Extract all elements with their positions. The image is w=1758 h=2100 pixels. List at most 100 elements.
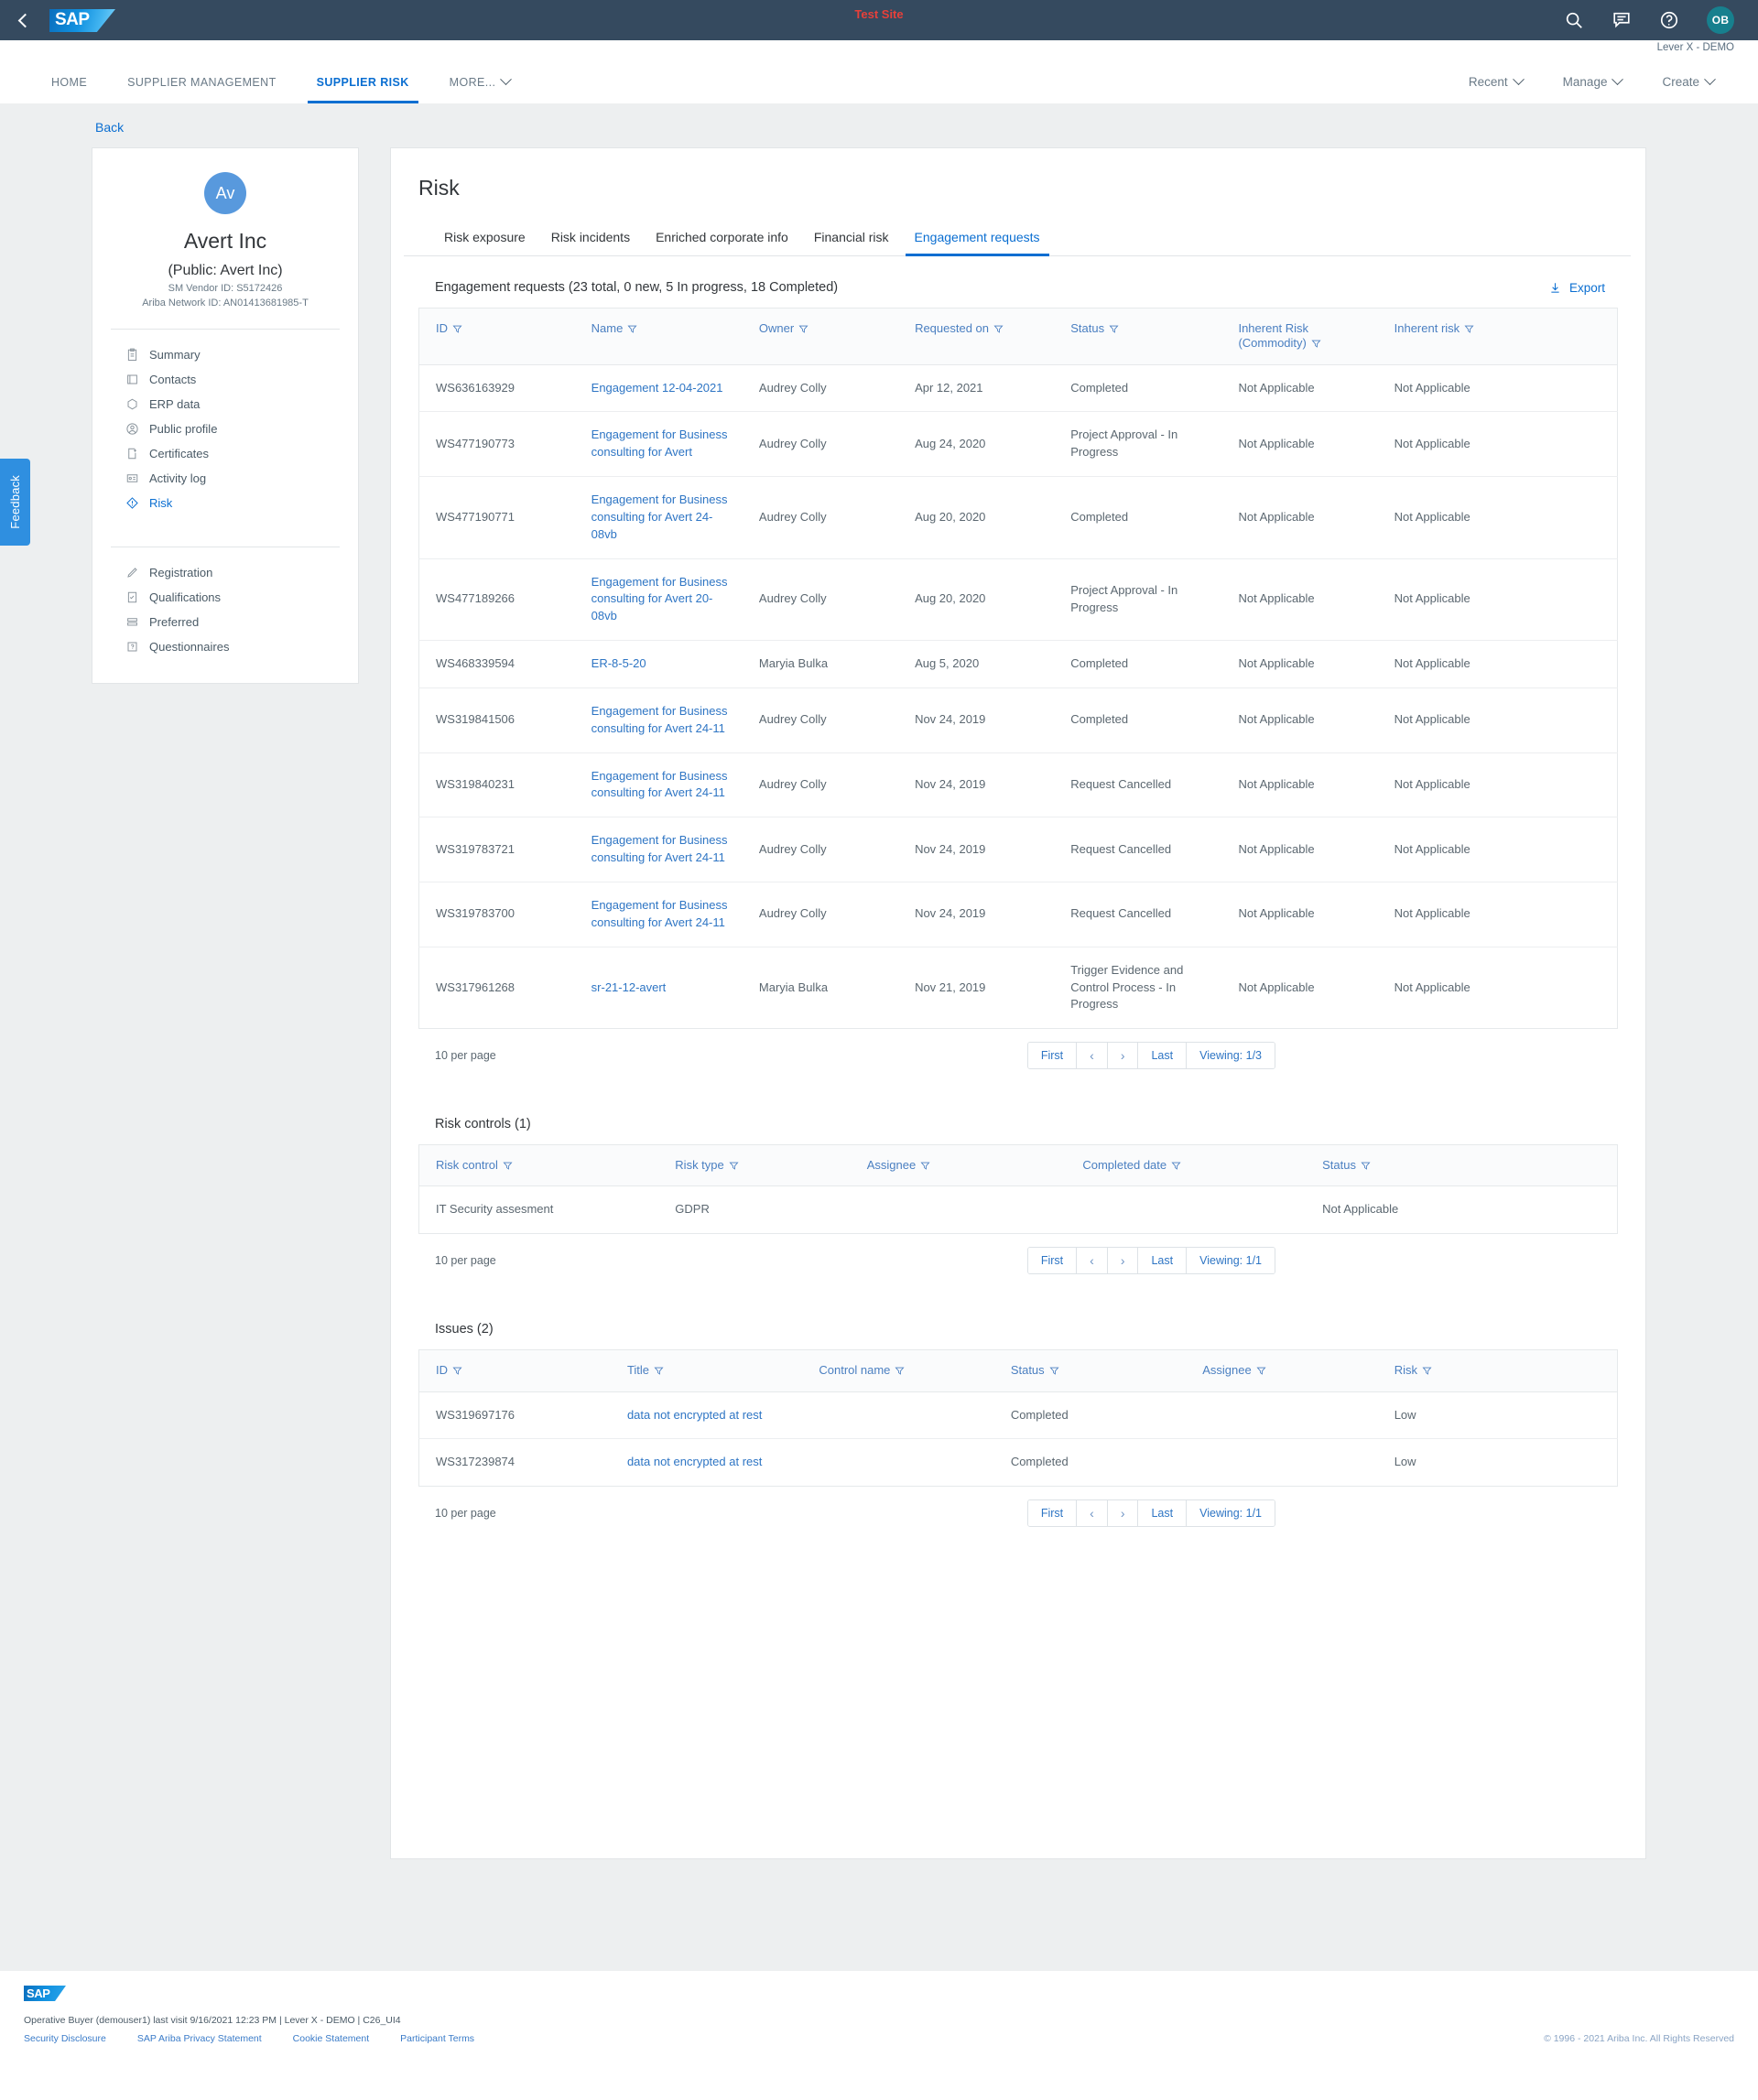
cell-name[interactable]: Engagement for Business consulting for A… — [574, 558, 743, 642]
pager-last-button[interactable]: Last — [1138, 1043, 1188, 1069]
engagement-name-link[interactable]: Engagement for Business consulting for A… — [591, 493, 728, 541]
footer-link-security-disclosure[interactable]: Security Disclosure — [24, 2033, 106, 2044]
col-header-risk-control[interactable]: Risk control — [418, 1144, 659, 1187]
col-header-name[interactable]: Name — [574, 308, 743, 365]
cell-name[interactable]: Engagement for Business consulting for A… — [574, 752, 743, 818]
filter-icon[interactable] — [920, 1161, 930, 1171]
col-header-assignee[interactable]: Assignee — [1186, 1349, 1378, 1392]
tab-risk-exposure[interactable]: Risk exposure — [431, 224, 538, 255]
feedback-tab[interactable]: Feedback — [0, 459, 30, 546]
col-header-requested-on[interactable]: Requested on — [898, 308, 1055, 365]
cell-title[interactable]: data not encrypted at rest — [611, 1439, 802, 1487]
tab-engagement-requests[interactable]: Engagement requests — [902, 224, 1053, 256]
engagement-name-link[interactable]: Engagement for Business consulting for A… — [591, 898, 728, 929]
table-row[interactable]: WS317961268 sr-21-12-avert Maryia Bulka Nov… — [419, 947, 1618, 1029]
table-row[interactable]: WS319783700 Engagement for Business consu… — [418, 882, 1618, 947]
engagement-name-link[interactable]: sr-21-12-avert — [591, 980, 667, 994]
sidebar-item-qualifications[interactable]: Qualifications — [92, 585, 358, 610]
col-header-inherent-risk-commodity[interactable]: Inherent Risk (Commodity) — [1221, 308, 1378, 365]
sidebar-item-preferred[interactable]: Preferred — [92, 610, 358, 634]
col-header-inherent-risk[interactable]: Inherent risk — [1377, 308, 1618, 365]
col-header-owner[interactable]: Owner — [742, 308, 899, 365]
sidebar-item-questionnaires[interactable]: Questionnaires — [92, 634, 358, 659]
engagement-name-link[interactable]: Engagement for Business consulting for A… — [591, 769, 728, 800]
filter-icon[interactable] — [1422, 1366, 1432, 1376]
col-header-risk-type[interactable]: Risk type — [658, 1144, 851, 1187]
table-row[interactable]: WS319841506 Engagement for Business consu… — [418, 687, 1618, 753]
pager-last-button[interactable]: Last — [1138, 1248, 1188, 1274]
sidebar-item-risk[interactable]: Risk — [92, 491, 358, 515]
nav-menu-recent[interactable]: Recent — [1449, 60, 1543, 103]
filter-icon[interactable] — [1256, 1366, 1266, 1376]
tab-financial-risk[interactable]: Financial risk — [801, 224, 902, 255]
cell-name[interactable]: ER-8-5-20 — [574, 640, 743, 688]
engagement-name-link[interactable]: Engagement 12-04-2021 — [591, 381, 723, 395]
user-avatar[interactable]: OB — [1707, 6, 1734, 34]
pager-prev-button[interactable]: ‹ — [1077, 1043, 1108, 1069]
col-header-completed-date[interactable]: Completed date — [1066, 1144, 1307, 1187]
footer-link-participant-terms[interactable]: Participant Terms — [400, 2033, 474, 2044]
filter-icon[interactable] — [503, 1161, 513, 1171]
engagement-name-link[interactable]: Engagement for Business consulting for A… — [591, 704, 728, 735]
table-row[interactable]: WS319840231 Engagement for Business consu… — [418, 752, 1618, 818]
table-row[interactable]: WS317239874 data not encrypted at rest C… — [419, 1439, 1618, 1487]
col-header-status[interactable]: Status — [993, 1349, 1187, 1392]
col-header-risk[interactable]: Risk — [1377, 1349, 1618, 1392]
global-back-button[interactable] — [0, 13, 49, 27]
cell-name[interactable]: Engagement for Business consulting for A… — [574, 687, 743, 753]
sidebar-item-certificates[interactable]: Certificates — [92, 441, 358, 466]
message-icon[interactable] — [1612, 10, 1632, 30]
filter-icon[interactable] — [654, 1366, 664, 1376]
cell-name[interactable]: Engagement 12-04-2021 — [574, 364, 743, 413]
nav-item-more[interactable]: MORE... — [429, 60, 531, 103]
search-icon[interactable] — [1564, 10, 1584, 30]
table-row[interactable]: WS477189266 Engagement for Business consu… — [418, 558, 1618, 642]
filter-icon[interactable] — [895, 1366, 905, 1376]
help-icon[interactable] — [1659, 10, 1679, 30]
table-row[interactable]: WS468339594 ER-8-5-20 Maryia Bulka Aug 5, 2… — [418, 640, 1618, 688]
cell-name[interactable]: Engagement for Business consulting for A… — [574, 817, 743, 882]
nav-item-supplier-management[interactable]: SUPPLIER MANAGEMENT — [107, 60, 297, 103]
cell-name[interactable]: Engagement for Business consulting for A… — [574, 476, 743, 559]
filter-icon[interactable] — [729, 1161, 739, 1171]
pager-next-button[interactable]: › — [1107, 1248, 1139, 1274]
pager-first-button[interactable]: First — [1027, 1043, 1078, 1069]
sidebar-item-summary[interactable]: Summary — [92, 342, 358, 367]
col-header-status[interactable]: Status — [1054, 308, 1222, 365]
cell-name[interactable]: Engagement for Business consulting for A… — [574, 882, 743, 947]
pager-first-button[interactable]: First — [1027, 1248, 1078, 1274]
filter-icon[interactable] — [1361, 1161, 1371, 1171]
filter-icon[interactable] — [1464, 324, 1474, 334]
cell-name[interactable]: Engagement for Business consulting for A… — [574, 411, 743, 478]
tab-enriched-corporate-info[interactable]: Enriched corporate info — [643, 224, 801, 255]
pager-first-button[interactable]: First — [1027, 1500, 1078, 1527]
nav-menu-create[interactable]: Create — [1642, 60, 1734, 103]
col-header-status[interactable]: Status — [1306, 1144, 1618, 1187]
filter-icon[interactable] — [452, 1366, 462, 1376]
sap-logo[interactable]: SAP — [49, 6, 115, 34]
filter-icon[interactable] — [798, 324, 808, 334]
nav-item-supplier-risk[interactable]: SUPPLIER RISK — [297, 60, 429, 103]
nav-item-home[interactable]: HOME — [31, 60, 107, 103]
filter-icon[interactable] — [993, 324, 1004, 334]
engagement-name-link[interactable]: ER-8-5-20 — [591, 656, 646, 670]
cell-name[interactable]: sr-21-12-avert — [575, 947, 743, 1029]
pager-next-button[interactable]: › — [1107, 1043, 1139, 1069]
pager-prev-button[interactable]: ‹ — [1077, 1248, 1108, 1274]
table-row[interactable]: WS477190773 Engagement for Business consu… — [418, 411, 1618, 478]
filter-icon[interactable] — [452, 324, 462, 334]
sidebar-item-erp-data[interactable]: ERP data — [92, 392, 358, 417]
filter-icon[interactable] — [1311, 339, 1321, 349]
engagement-name-link[interactable]: Engagement for Business consulting for A… — [591, 575, 728, 623]
filter-icon[interactable] — [1109, 324, 1119, 334]
table-row[interactable]: WS319697176 data not encrypted at rest C… — [418, 1391, 1618, 1440]
col-header-id[interactable]: ID — [418, 308, 575, 365]
engagement-name-link[interactable]: Engagement for Business consulting for A… — [591, 833, 728, 864]
footer-link-cookie-statement[interactable]: Cookie Statement — [293, 2033, 369, 2044]
col-header-assignee[interactable]: Assignee — [850, 1144, 1067, 1187]
table-row[interactable]: WS319783721 Engagement for Business consu… — [418, 817, 1618, 882]
pager-prev-button[interactable]: ‹ — [1077, 1500, 1108, 1527]
tab-risk-incidents[interactable]: Risk incidents — [538, 224, 643, 255]
cell-title[interactable]: data not encrypted at rest — [610, 1391, 803, 1440]
table-row[interactable]: WS636163929 Engagement 12-04-2021 Audrey C… — [418, 364, 1618, 413]
